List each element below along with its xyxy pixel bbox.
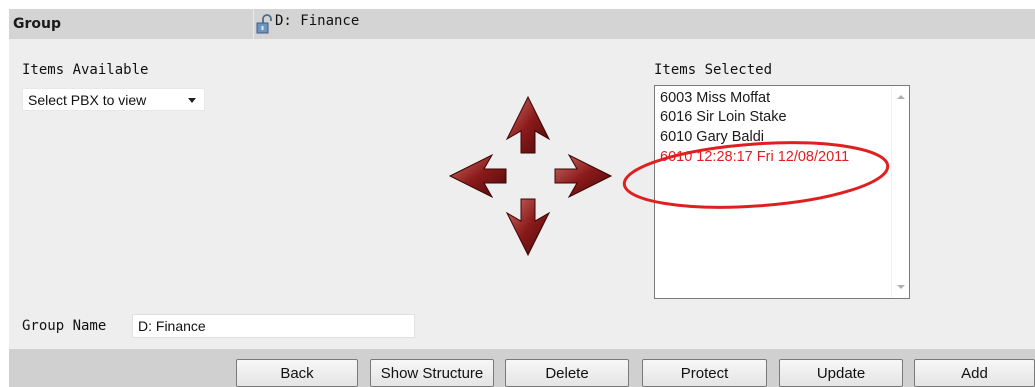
items-available-label: Items Available — [22, 62, 149, 78]
scroll-up-icon[interactable] — [897, 95, 905, 99]
arrow-down-icon[interactable] — [505, 197, 551, 257]
group-editor-panel: Items Available Select PBX to view Items… — [9, 39, 1035, 349]
arrow-right-icon[interactable] — [553, 153, 613, 199]
unlocked-padlock-icon — [255, 13, 275, 35]
list-item[interactable]: 6003 Miss Moffat — [660, 90, 770, 106]
protect-button[interactable]: Protect — [642, 359, 767, 387]
update-button[interactable]: Update — [779, 359, 903, 387]
section-title: Group — [13, 16, 62, 32]
list-item[interactable]: 6010 12:28:17 Fri 12/08/2011 — [660, 149, 849, 165]
header-bar: Group D: Finance — [9, 9, 1035, 39]
items-selected-label: Items Selected — [654, 62, 773, 78]
delete-button[interactable]: Delete — [505, 359, 629, 387]
list-item[interactable]: 6010 Gary Baldi — [660, 129, 764, 145]
group-name-input[interactable]: D: Finance — [132, 314, 415, 338]
add-button[interactable]: Add — [914, 359, 1035, 387]
pbx-select[interactable]: Select PBX to view — [22, 88, 205, 111]
chevron-down-icon — [188, 98, 196, 103]
show-structure-button[interactable]: Show Structure — [370, 359, 494, 387]
group-name-display: D: Finance — [275, 13, 360, 29]
group-indicator: D: Finance — [255, 9, 359, 39]
arrow-left-icon[interactable] — [448, 153, 508, 199]
list-scrollbar[interactable] — [891, 86, 909, 298]
group-name-label: Group Name — [22, 318, 107, 334]
back-button[interactable]: Back — [236, 359, 358, 387]
list-item[interactable]: 6016 Sir Loin Stake — [660, 109, 787, 125]
arrow-up-icon[interactable] — [505, 95, 551, 155]
header-divider — [253, 9, 254, 39]
pbx-select-value: Select PBX to view — [28, 91, 147, 108]
scroll-down-icon[interactable] — [897, 285, 905, 289]
items-selected-list[interactable]: 6003 Miss Moffat 6016 Sir Loin Stake 601… — [654, 85, 910, 299]
